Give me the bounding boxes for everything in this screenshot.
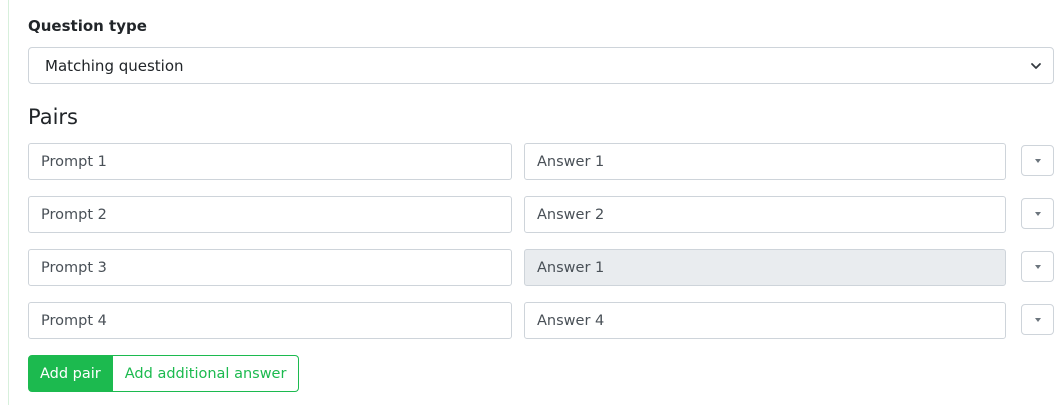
answer-input[interactable]: Answer 2 xyxy=(524,196,1006,233)
answer-text: Answer 2 xyxy=(537,206,605,223)
answer-input[interactable]: Answer 4 xyxy=(524,302,1006,339)
prompt-text: Prompt 3 xyxy=(41,259,107,276)
pair-row: Prompt 2 Answer 2 xyxy=(28,196,1058,233)
question-type-selected-value: Matching question xyxy=(45,56,184,75)
question-type-select[interactable]: Matching question xyxy=(28,47,1054,84)
prompt-input[interactable]: Prompt 2 xyxy=(28,196,512,233)
answer-text: Answer 4 xyxy=(537,312,605,329)
pair-row: Prompt 4 Answer 4 xyxy=(28,302,1058,339)
pair-options-dropdown-button[interactable] xyxy=(1021,251,1054,282)
question-type-label: Question type xyxy=(28,17,147,35)
pair-row: Prompt 1 Answer 1 xyxy=(28,143,1058,180)
answer-input[interactable]: Answer 1 xyxy=(524,143,1006,180)
prompt-input[interactable]: Prompt 1 xyxy=(28,143,512,180)
caret-down-icon xyxy=(1034,264,1041,269)
prompt-text: Prompt 4 xyxy=(41,312,107,329)
pair-options-dropdown-button[interactable] xyxy=(1021,304,1054,335)
caret-down-icon xyxy=(1034,317,1041,322)
caret-down-icon xyxy=(1034,158,1041,163)
pair-options-dropdown-button[interactable] xyxy=(1021,145,1054,176)
prompt-input[interactable]: Prompt 4 xyxy=(28,302,512,339)
left-border-rule xyxy=(8,0,9,405)
pair-row: Prompt 3 Answer 1 xyxy=(28,249,1058,286)
answer-input-disabled: Answer 1 xyxy=(524,249,1006,286)
prompt-text: Prompt 2 xyxy=(41,206,107,223)
pairs-heading: Pairs xyxy=(28,105,78,129)
add-additional-answer-button[interactable]: Add additional answer xyxy=(112,355,300,392)
pair-actions-button-group: Add pair Add additional answer xyxy=(28,355,300,392)
chevron-down-icon xyxy=(1031,63,1041,69)
pair-options-dropdown-button[interactable] xyxy=(1021,198,1054,229)
prompt-text: Prompt 1 xyxy=(41,153,107,170)
add-pair-button[interactable]: Add pair xyxy=(28,355,113,392)
answer-text: Answer 1 xyxy=(537,153,605,170)
caret-down-icon xyxy=(1034,211,1041,216)
pairs-list: Prompt 1 Answer 1 Prompt 2 Answer 2 Prom… xyxy=(28,143,1058,355)
answer-text: Answer 1 xyxy=(537,259,605,276)
prompt-input[interactable]: Prompt 3 xyxy=(28,249,512,286)
